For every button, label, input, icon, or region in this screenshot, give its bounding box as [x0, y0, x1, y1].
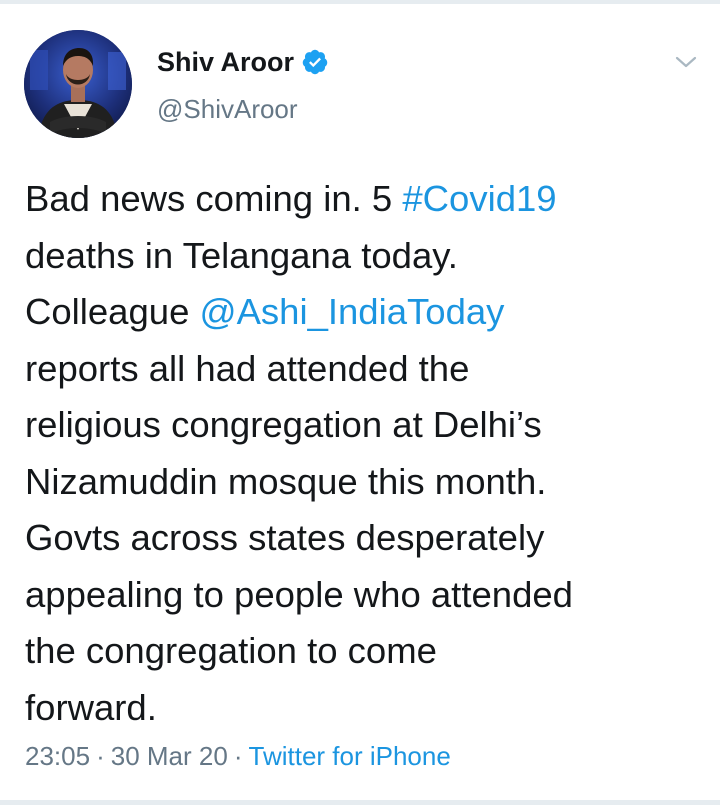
tweet-date[interactable]: 30 Mar 20: [111, 741, 228, 771]
tweet-text-segment: Bad news coming in. 5: [25, 178, 403, 219]
meta-separator: ·: [96, 741, 105, 771]
tweet-source-link[interactable]: Twitter for iPhone: [249, 741, 451, 771]
meta-separator: ·: [233, 741, 243, 771]
tweet-metadata: 23:05 · 30 Mar 20 · Twitter for iPhone: [25, 741, 451, 772]
verified-badge-icon: [301, 48, 329, 76]
tweet-text-line: forward.: [25, 686, 157, 728]
tweet-text-line: Bad news coming in. 5 #Covid19: [25, 171, 705, 228]
tweet-text-line: Colleague @Ashi_IndiaToday: [25, 284, 705, 341]
tweet-text: Bad news coming in. 5 #Covid19 deaths in…: [25, 171, 705, 736]
hashtag-link[interactable]: #Covid19: [402, 178, 556, 219]
tweet-text-line: deaths in Telangana today.: [25, 234, 458, 276]
tweet-text-line: Govts across states desperately: [25, 517, 545, 558]
tweet-text-line: religious congregation at Delhi’s: [25, 404, 542, 445]
chevron-down-icon[interactable]: [674, 54, 698, 70]
tweet-text-line: Nizamuddin mosque this month.: [25, 460, 547, 502]
avatar[interactable]: [24, 30, 132, 138]
tweet-card: Shiv Aroor @ShivAroor Bad news coming in…: [0, 4, 720, 800]
author-handle[interactable]: @ShivAroor: [157, 94, 298, 125]
tweet-text-segment: Colleague: [25, 291, 200, 332]
tweet-time[interactable]: 23:05: [25, 741, 90, 771]
author-display-name[interactable]: Shiv Aroor: [157, 47, 294, 78]
tweet-text-line: the congregation to come: [25, 630, 437, 671]
bottom-divider: [0, 800, 720, 805]
profile-photo-icon: [24, 30, 132, 138]
author-name-row: Shiv Aroor: [157, 44, 329, 80]
tweet-text-line: appealing to people who attended: [25, 573, 573, 615]
tweet-text-line: reports all had attended the: [25, 347, 470, 389]
mention-link[interactable]: @Ashi_IndiaToday: [200, 291, 505, 332]
